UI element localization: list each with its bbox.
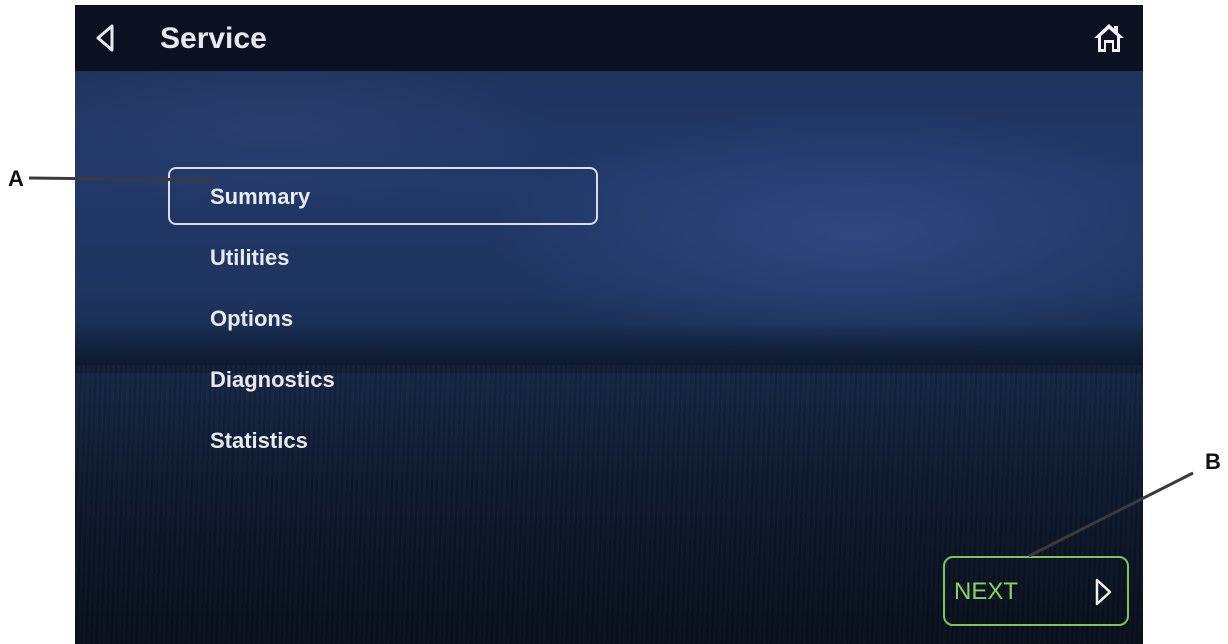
menu-item-options[interactable]: Options xyxy=(168,289,598,347)
menu-item-label: Summary xyxy=(210,184,311,209)
home-icon xyxy=(1094,24,1124,52)
menu-item-label: Diagnostics xyxy=(210,367,335,392)
next-button[interactable]: NEXT xyxy=(943,556,1129,626)
menu-item-label: Options xyxy=(210,306,294,331)
menu-item-label: Statistics xyxy=(210,428,308,453)
header-bar: Service xyxy=(75,5,1143,71)
menu-item-label: Utilities xyxy=(210,245,290,270)
menu-item-summary[interactable]: Summary xyxy=(168,167,598,225)
home-button[interactable] xyxy=(1093,22,1125,54)
chevron-right-icon xyxy=(1095,578,1112,606)
service-menu: Summary Utilities Options Diagnostics St… xyxy=(168,167,598,472)
device-screen: Service Summary Utilities Options Diagno… xyxy=(75,5,1143,644)
menu-item-utilities[interactable]: Utilities xyxy=(168,228,598,286)
menu-item-statistics[interactable]: Statistics xyxy=(168,411,598,469)
back-button[interactable] xyxy=(93,23,117,53)
chevron-left-icon xyxy=(96,24,114,52)
figure: Service Summary Utilities Options Diagno… xyxy=(0,0,1228,644)
page-title: Service xyxy=(160,22,267,55)
callout-label-b: B xyxy=(1205,449,1221,474)
callout-label-a: A xyxy=(8,166,24,191)
next-button-label: NEXT xyxy=(954,578,1019,605)
menu-item-diagnostics[interactable]: Diagnostics xyxy=(168,350,598,408)
